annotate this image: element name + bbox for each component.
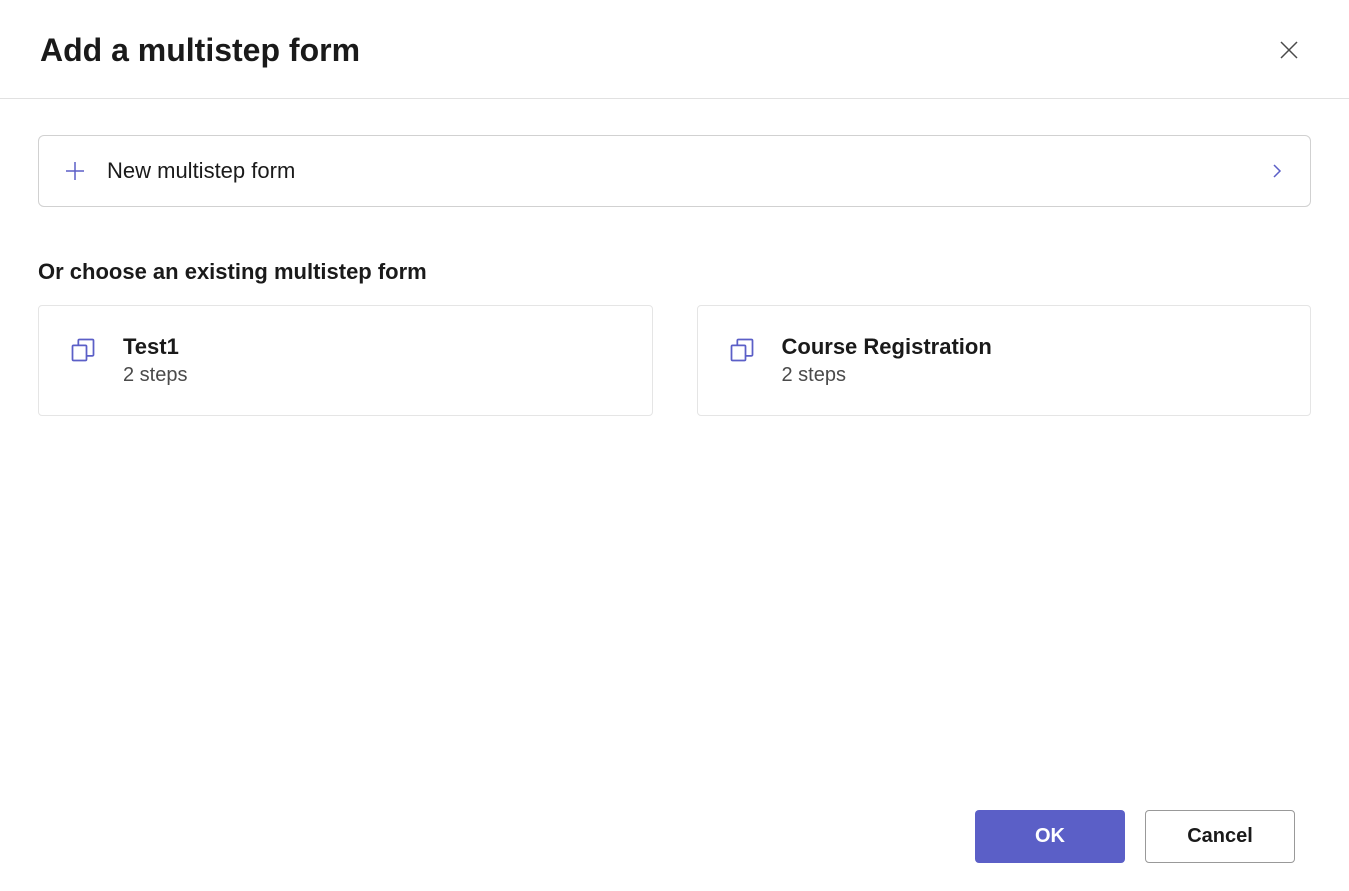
multistep-form-icon — [69, 336, 97, 364]
cancel-button[interactable]: Cancel — [1145, 810, 1295, 863]
form-card-course-registration[interactable]: Course Registration 2 steps — [697, 305, 1312, 416]
new-multistep-form-button[interactable]: New multistep form — [38, 135, 1311, 207]
form-card-title: Course Registration — [782, 334, 992, 360]
new-form-label: New multistep form — [107, 158, 295, 184]
dialog-title: Add a multistep form — [40, 32, 360, 69]
form-card-content: Test1 2 steps — [123, 334, 187, 387]
existing-section-title: Or choose an existing multistep form — [38, 259, 1311, 285]
new-form-left: New multistep form — [63, 158, 295, 184]
form-card-test1[interactable]: Test1 2 steps — [38, 305, 653, 416]
chevron-right-icon — [1268, 162, 1286, 180]
multistep-form-icon — [728, 336, 756, 364]
form-card-content: Course Registration 2 steps — [782, 334, 992, 387]
close-icon — [1277, 38, 1301, 62]
dialog-body: New multistep form Or choose an existing… — [0, 99, 1349, 416]
form-card-subtitle: 2 steps — [123, 364, 187, 387]
ok-button[interactable]: OK — [975, 810, 1125, 863]
form-card-subtitle: 2 steps — [782, 364, 992, 387]
form-cards-grid: Test1 2 steps Course Registration 2 step… — [38, 305, 1311, 416]
dialog-footer: OK Cancel — [975, 810, 1295, 863]
plus-icon — [63, 159, 87, 183]
dialog-header: Add a multistep form — [0, 0, 1349, 99]
form-card-title: Test1 — [123, 334, 187, 360]
close-button[interactable] — [1269, 30, 1309, 70]
